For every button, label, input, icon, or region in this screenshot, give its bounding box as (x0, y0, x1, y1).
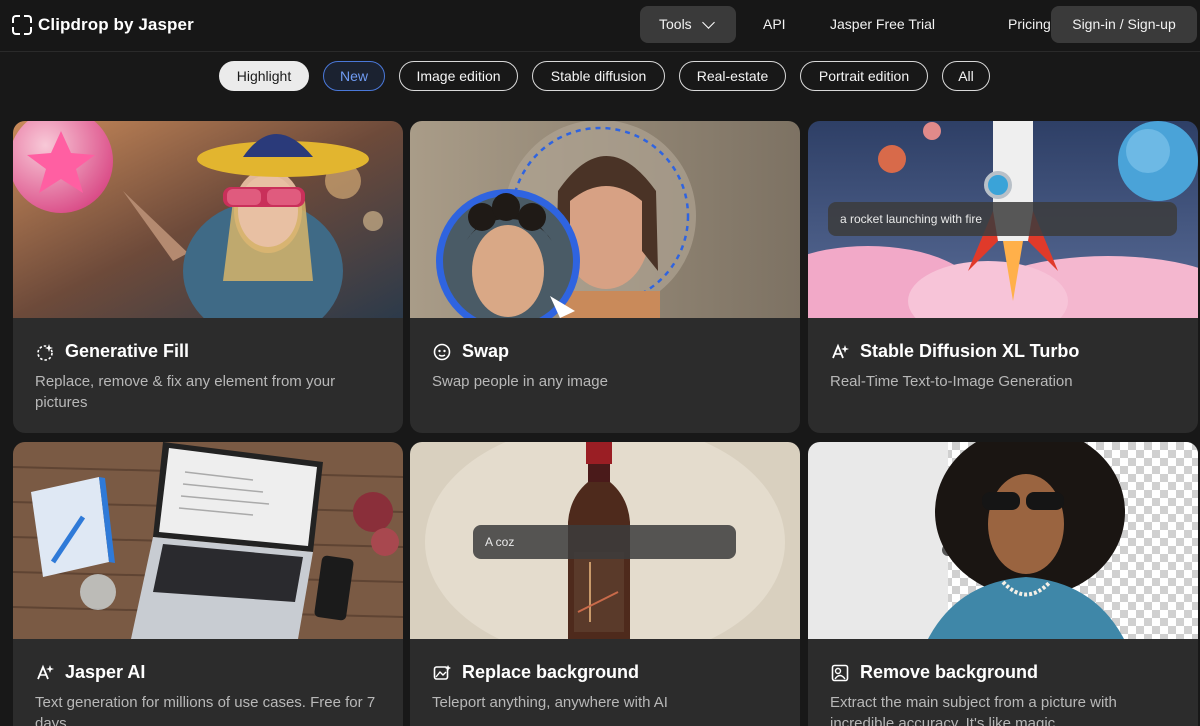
tools-label: Tools (659, 16, 692, 32)
tool-card-swap[interactable]: Swap Swap people in any image (410, 121, 800, 433)
card-title: Swap (462, 341, 510, 361)
filter-all[interactable]: All (942, 61, 990, 91)
filter-image-edition[interactable]: Image edition (399, 61, 518, 91)
filter-portrait-edition[interactable]: Portrait edition (800, 61, 928, 91)
brand-logo[interactable]: Clipdrop by Jasper (12, 12, 194, 38)
jasper-ai-title-row: Jasper AI (35, 662, 145, 683)
sparkle-dashed-icon (35, 342, 55, 362)
chevron-down-icon (701, 15, 715, 29)
card-description: Extract the main subject from a picture … (830, 694, 1117, 726)
stable-diffusion-title-row: Stable Diffusion XL Turbo (830, 341, 1079, 362)
card-title: Generative Fill (65, 341, 190, 361)
filter-real-estate[interactable]: Real-estate (679, 61, 786, 91)
swap-preview-image (410, 121, 800, 318)
filter-highlight[interactable]: Highlight (219, 61, 309, 91)
card-description: Replace, remove & fix any element from y… (35, 373, 336, 411)
card-title: Remove background (860, 662, 1039, 682)
top-navigation: Clipdrop by Jasper Tools API Jasper Free… (0, 0, 1200, 52)
face-swap-icon (432, 342, 452, 362)
filter-new[interactable]: New (323, 61, 385, 91)
card-description: Swap people in any image (432, 373, 608, 390)
card-description: Text generation for millions of use case… (35, 694, 376, 726)
tool-card-replace-background[interactable]: A coz Replace background Teleport anythi… (410, 442, 800, 726)
card-description: Real-Time Text-to-Image Generation (830, 373, 1073, 390)
tool-card-remove-background[interactable]: Remove background Extract the main subje… (808, 442, 1198, 726)
remove-background-title-row: Remove background (830, 662, 1038, 683)
remove-background-preview-image (808, 442, 1198, 639)
swap-title-row: Swap (432, 341, 509, 362)
replace-background-title-row: Replace background (432, 662, 639, 683)
clipdrop-logo-icon (12, 15, 32, 35)
sign-in-button[interactable]: Sign-in / Sign-up (1051, 6, 1197, 43)
brand-name: Clipdrop by Jasper (38, 15, 194, 34)
prompt-input-preview: a rocket launching with fire (828, 202, 1177, 236)
card-title: Jasper AI (65, 662, 146, 682)
card-title: Stable Diffusion XL Turbo (860, 341, 1080, 361)
image-replace-icon (432, 663, 452, 683)
prompt-input-preview: A coz (473, 525, 736, 559)
cutout-icon (830, 663, 850, 683)
tool-card-jasper-ai[interactable]: Jasper AI Text generation for millions o… (13, 442, 403, 726)
card-title: Replace background (462, 662, 640, 682)
ai-text-icon (35, 663, 55, 683)
jasper-free-trial-link[interactable]: Jasper Free Trial (812, 6, 953, 43)
generative-fill-title-row: Generative Fill (35, 341, 189, 362)
card-description: Teleport anything, anywhere with AI (432, 694, 668, 711)
filter-stable-diffusion[interactable]: Stable diffusion (532, 61, 665, 91)
tools-menu-button[interactable]: Tools (640, 6, 736, 43)
text-to-image-icon (830, 342, 850, 362)
jasper-ai-preview-image (13, 442, 403, 639)
tool-card-generative-fill[interactable]: Generative Fill Replace, remove & fix an… (13, 121, 403, 433)
generative-fill-preview-image (13, 121, 403, 318)
tool-card-stable-diffusion-xl-turbo[interactable]: a rocket launching with fire Stable Diff… (808, 121, 1198, 433)
api-link[interactable]: API (745, 6, 804, 43)
